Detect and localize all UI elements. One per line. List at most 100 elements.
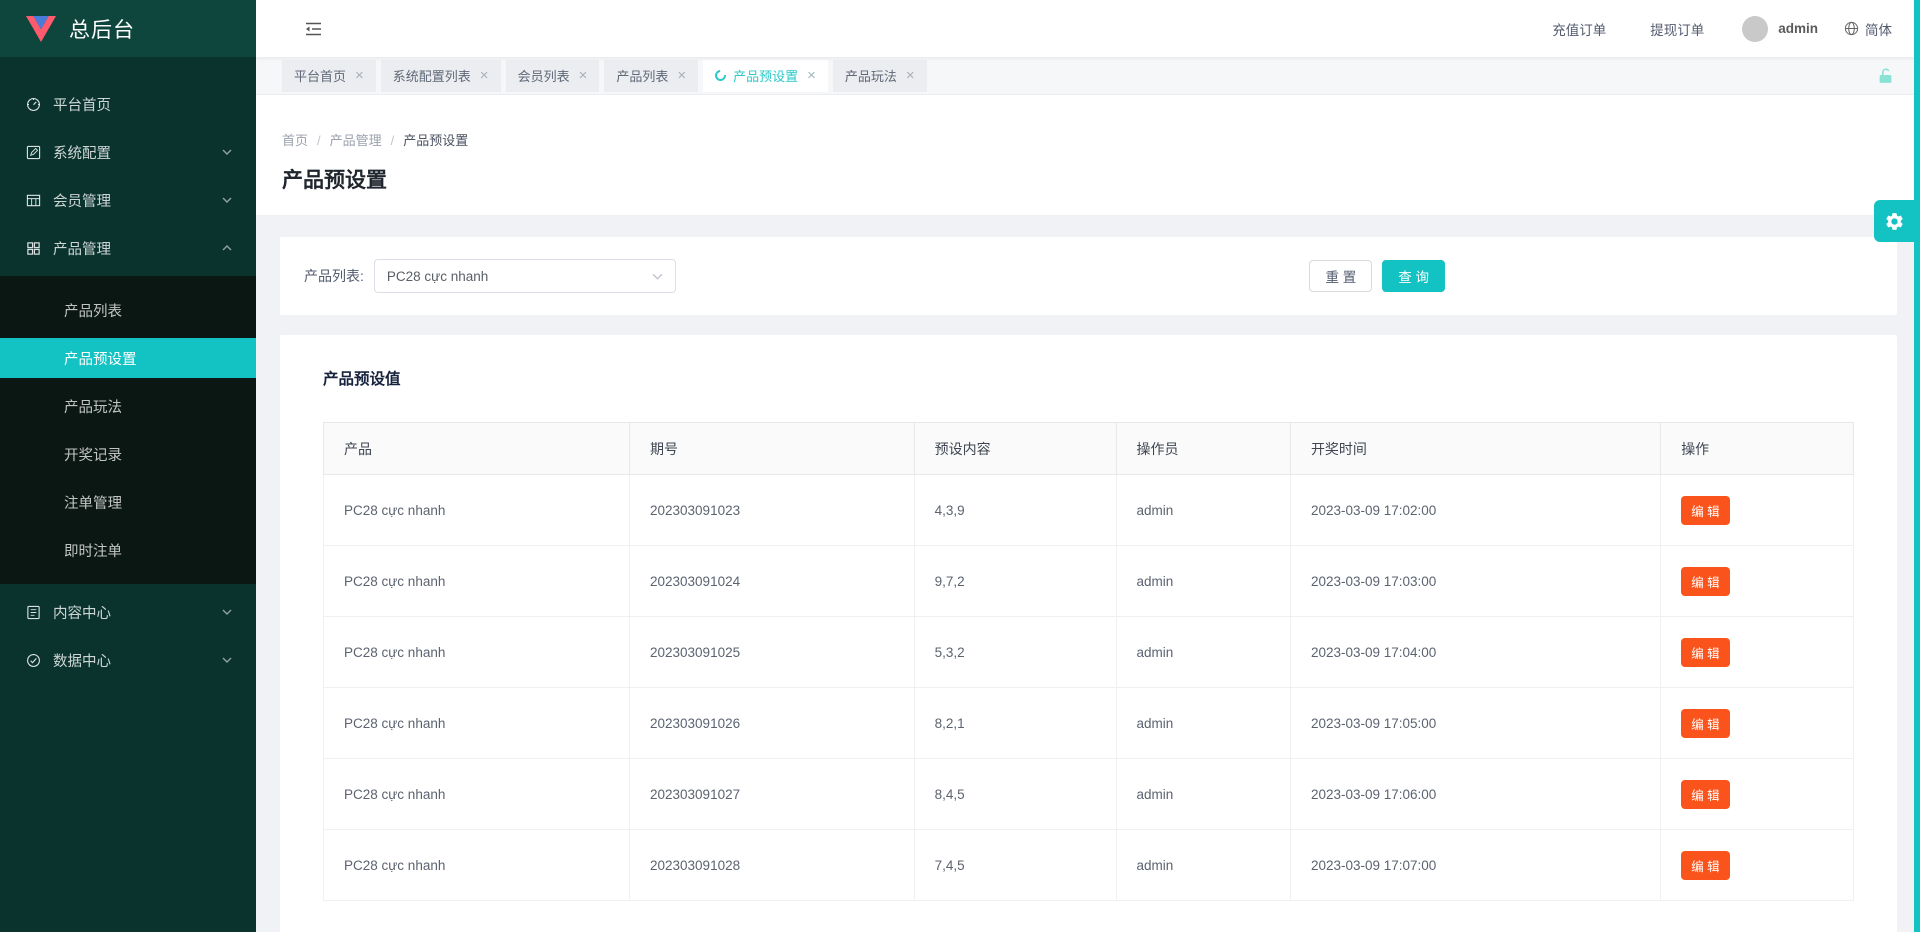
sidebar-item-平台首页[interactable]: 平台首页: [0, 84, 256, 124]
column-header-期号: 期号: [630, 423, 915, 475]
breadcrumb-item-产品预设置: 产品预设置: [403, 133, 468, 148]
edit-button[interactable]: 编 辑: [1681, 496, 1729, 525]
edit-button[interactable]: 编 辑: [1681, 709, 1729, 738]
chevron-down-icon: [652, 273, 663, 280]
document-icon: [25, 604, 41, 620]
column-header-操作员: 操作员: [1116, 423, 1290, 475]
cell-actions: 编 辑: [1661, 475, 1854, 546]
username[interactable]: admin: [1778, 21, 1818, 36]
tab-平台首页[interactable]: 平台首页 ×: [282, 60, 376, 92]
page-title: 产品预设置: [282, 164, 1894, 194]
reset-button[interactable]: 重 置: [1309, 260, 1372, 292]
cell-draw_time: 2023-03-09 17:03:00: [1290, 546, 1660, 617]
cell-preset: 5,3,2: [914, 617, 1116, 688]
cell-period: 202303091023: [630, 475, 915, 546]
settings-button[interactable]: [1874, 200, 1914, 242]
language-switcher[interactable]: 简体: [1844, 19, 1892, 39]
close-icon[interactable]: ×: [677, 68, 686, 83]
close-icon[interactable]: ×: [579, 68, 588, 83]
sidebar-subitem-产品列表[interactable]: 产品列表: [0, 290, 256, 330]
close-icon[interactable]: ×: [906, 68, 915, 83]
submenu-产品管理: 产品列表产品预设置产品玩法开奖记录注单管理即时注单: [0, 276, 256, 584]
edit-square-icon: [25, 144, 41, 160]
tab-系统配置列表[interactable]: 系统配置列表 ×: [381, 60, 501, 92]
cell-operator: admin: [1116, 617, 1290, 688]
column-header-操作: 操作: [1661, 423, 1854, 475]
edit-button[interactable]: 编 辑: [1681, 851, 1729, 880]
check-circle-icon: [25, 652, 41, 668]
menu-fold-icon[interactable]: [304, 21, 323, 37]
cell-period: 202303091028: [630, 830, 915, 901]
query-button[interactable]: 查 询: [1382, 260, 1445, 292]
column-header-产品: 产品: [324, 423, 630, 475]
product-select-value: PC28 cực nhanh: [387, 269, 488, 284]
column-header-开奖时间: 开奖时间: [1290, 423, 1660, 475]
avatar[interactable]: [1742, 16, 1768, 42]
cell-product: PC28 cực nhanh: [324, 546, 630, 617]
cell-actions: 编 辑: [1661, 830, 1854, 901]
appstore-icon: [25, 240, 41, 256]
tab-产品预设置[interactable]: 产品预设置×: [703, 60, 828, 92]
withdraw-orders-link[interactable]: 提现订单: [1650, 19, 1704, 39]
cell-product: PC28 cực nhanh: [324, 688, 630, 759]
sidebar-item-label: 内容中心: [53, 602, 222, 623]
product-select[interactable]: PC28 cực nhanh: [374, 259, 676, 293]
recharge-orders-link[interactable]: 充值订单: [1552, 19, 1606, 39]
cell-period: 202303091024: [630, 546, 915, 617]
tab-会员列表[interactable]: 会员列表×: [506, 60, 600, 92]
tab-label: 产品列表: [616, 66, 668, 85]
breadcrumb-item-首页[interactable]: 首页: [282, 133, 308, 148]
sidebar-subitem-产品预设置[interactable]: 产品预设置: [0, 338, 256, 378]
tab-产品玩法[interactable]: 产品玩法×: [833, 60, 927, 92]
cell-period: 202303091027: [630, 759, 915, 830]
cell-preset: 7,4,5: [914, 830, 1116, 901]
tab-label: 平台首页: [294, 66, 346, 85]
sidebar-item-label: 会员管理: [53, 190, 222, 211]
close-icon[interactable]: ×: [355, 68, 364, 83]
topbar: 充值订单 提现订单 admin 简体: [256, 0, 1920, 57]
close-icon[interactable]: ×: [480, 68, 489, 83]
unlock-icon[interactable]: [1877, 67, 1894, 84]
edit-button[interactable]: 编 辑: [1681, 780, 1729, 809]
tab-bar: 平台首页×系统配置列表×会员列表×产品列表×产品预设置×产品玩法×: [256, 57, 1920, 95]
cell-actions: 编 辑: [1661, 688, 1854, 759]
card-title: 产品预设值: [323, 367, 1854, 389]
preset-table: 产品期号预设内容操作员开奖时间操作 PC28 cực nhanh20230309…: [323, 422, 1854, 901]
edit-button[interactable]: 编 辑: [1681, 567, 1729, 596]
cell-preset: 4,3,9: [914, 475, 1116, 546]
table-icon: [25, 192, 41, 208]
breadcrumb-item-产品管理[interactable]: 产品管理: [330, 133, 382, 148]
sidebar-item-label: 系统配置: [53, 142, 222, 163]
cell-draw_time: 2023-03-09 17:06:00: [1290, 759, 1660, 830]
close-icon[interactable]: ×: [807, 68, 816, 83]
chevron-down-icon: [222, 657, 232, 663]
sidebar-item-数据中心[interactable]: 数据中心: [0, 640, 256, 680]
cell-preset: 8,4,5: [914, 759, 1116, 830]
table-row: PC28 cực nhanh2023030910287,4,5admin2023…: [324, 830, 1854, 901]
sidebar-item-label: 产品管理: [53, 238, 222, 259]
sidebar-item-内容中心[interactable]: 内容中心: [0, 592, 256, 632]
chevron-down-icon: [222, 197, 232, 203]
cell-operator: admin: [1116, 688, 1290, 759]
sidebar-item-会员管理[interactable]: 会员管理: [0, 180, 256, 220]
tab-产品列表[interactable]: 产品列表 ×: [604, 60, 698, 92]
dashboard-icon: [25, 96, 41, 112]
sidebar-subitem-即时注单[interactable]: 即时注单: [0, 530, 256, 570]
cell-actions: 编 辑: [1661, 617, 1854, 688]
scrollbar-thumb[interactable]: [1914, 0, 1920, 932]
filter-card: 产品列表: PC28 cực nhanh 重 置 查 询: [280, 237, 1897, 315]
table-row: PC28 cực nhanh2023030910249,7,2admin2023…: [324, 546, 1854, 617]
cell-draw_time: 2023-03-09 17:05:00: [1290, 688, 1660, 759]
tab-label: 系统配置列表: [393, 66, 471, 85]
page-head: 首页/产品管理/产品预设置 产品预设置: [256, 95, 1920, 215]
cell-product: PC28 cực nhanh: [324, 759, 630, 830]
language-label: 简体: [1865, 19, 1892, 39]
sidebar-subitem-开奖记录[interactable]: 开奖记录: [0, 434, 256, 474]
sidebar-item-label: 平台首页: [53, 94, 232, 115]
sidebar-item-系统配置[interactable]: 系统配置: [0, 132, 256, 172]
sidebar-subitem-产品玩法[interactable]: 产品玩法: [0, 386, 256, 426]
cell-period: 202303091026: [630, 688, 915, 759]
sidebar-subitem-注单管理[interactable]: 注单管理: [0, 482, 256, 522]
sidebar-item-产品管理[interactable]: 产品管理: [0, 228, 256, 268]
edit-button[interactable]: 编 辑: [1681, 638, 1729, 667]
